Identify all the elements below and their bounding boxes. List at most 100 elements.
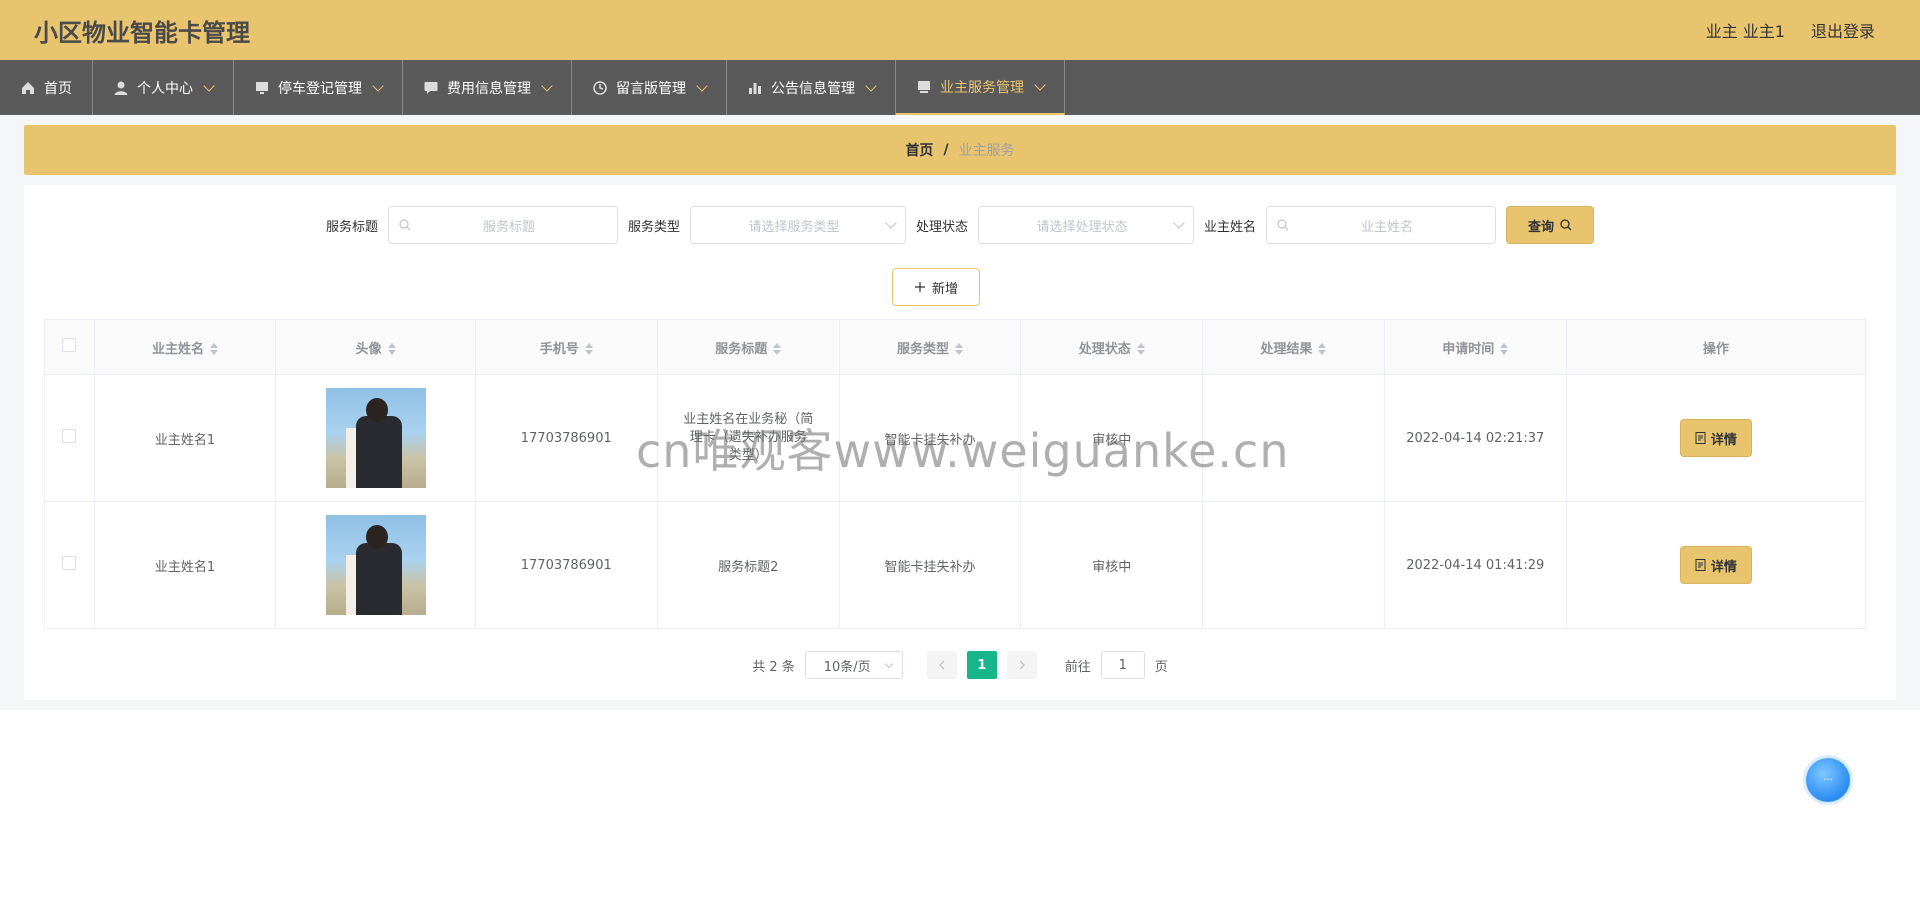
col-actions: 操作: [1565, 319, 1867, 375]
detail-button-label: 详情: [1710, 432, 1737, 448]
row-checkbox[interactable]: [62, 429, 77, 443]
search-icon: [1277, 219, 1289, 231]
query-button-label: 查询: [1528, 219, 1555, 235]
sort-icon[interactable]: [387, 343, 396, 355]
main-nav: 首页 个人中心 停车登记管理 费用信息管理 留言版管理 公告信息管理 业主服务管…: [0, 60, 1920, 115]
select-all-checkbox[interactable]: [62, 338, 77, 352]
floating-assistant-button[interactable]: ···: [1806, 758, 1850, 802]
sort-icon[interactable]: [1500, 343, 1509, 355]
header-actions: 业主 业主1 退出登录: [1706, 18, 1875, 42]
breadcrumb: 首页 / 业主服务: [24, 125, 1896, 175]
type-label: 服务类型: [627, 219, 680, 235]
chevron-down-icon: [1173, 217, 1185, 229]
breadcrumb-home[interactable]: 首页: [905, 140, 933, 160]
goto-suffix: 页: [1154, 659, 1168, 675]
row-checkbox[interactable]: [62, 556, 77, 570]
add-button[interactable]: 新增: [892, 268, 980, 306]
prev-page-button[interactable]: [926, 651, 957, 679]
chevron-down-icon: [884, 659, 893, 668]
row-select-cell: [44, 374, 95, 502]
col-avatar[interactable]: 头像: [275, 319, 476, 375]
sort-icon[interactable]: [1318, 343, 1327, 355]
table-row: 业主姓名1 17703786901 服务标题2 智能卡挂失补办 审核中 2022…: [44, 501, 1867, 629]
next-page-button[interactable]: [1006, 651, 1037, 679]
chevron-right-icon: [1019, 660, 1025, 670]
col-result[interactable]: 处理结果: [1202, 319, 1385, 375]
nav-label: 停车登记管理: [278, 80, 362, 97]
sort-icon[interactable]: [773, 343, 782, 355]
col-apply-time[interactable]: 申请时间: [1383, 319, 1567, 375]
col-service-title[interactable]: 服务标题: [656, 319, 840, 375]
app-title: 小区物业智能卡管理: [34, 18, 250, 47]
chevron-down-icon: [865, 79, 877, 92]
goto-page-input[interactable]: 1: [1100, 651, 1145, 679]
nav-label: 个人中心: [137, 80, 193, 97]
nav-item-announcements[interactable]: 公告信息管理: [727, 60, 896, 115]
cell-actions: 详情: [1565, 501, 1867, 629]
query-button[interactable]: 查询: [1506, 206, 1595, 244]
logout-link[interactable]: 退出登录: [1811, 18, 1875, 42]
search-icon: [399, 219, 411, 231]
col-status[interactable]: 处理状态: [1020, 319, 1204, 375]
cell-service-title: 服务标题2: [656, 501, 840, 629]
nav-item-parking[interactable]: 停车登记管理: [234, 60, 403, 115]
name-label: 业主姓名: [1204, 219, 1257, 235]
nav-label: 费用信息管理: [447, 80, 531, 97]
cell-service-title: 业主姓名在业务秘（简 理卡（遗失补办服务 类型）: [656, 374, 840, 502]
nav-item-home[interactable]: 首页: [0, 60, 93, 115]
select-all-cell: [44, 319, 95, 375]
cell-result: [1202, 501, 1385, 629]
sort-icon[interactable]: [210, 343, 219, 355]
pagination-total: 共 2 条: [752, 659, 795, 675]
breadcrumb-current: 业主服务: [958, 143, 1015, 159]
current-user: 业主 业主1: [1705, 22, 1785, 41]
bar-chart-icon: [749, 82, 761, 94]
title-placeholder: 服务标题: [482, 219, 535, 235]
cell-avatar: [275, 374, 476, 502]
col-phone[interactable]: 手机号: [474, 319, 658, 375]
plus-icon: [914, 282, 925, 292]
avatar: [325, 515, 426, 615]
breadcrumb-separator: /: [943, 142, 949, 158]
page-size-select[interactable]: 10条/页: [804, 651, 903, 679]
service-table: 业主姓名 头像 手机号 服务标题 服务类型 处理状态 处理结果 申请时间 操作 …: [44, 319, 1867, 629]
user-icon: [114, 81, 128, 95]
cell-status: 审核中: [1020, 501, 1204, 629]
nav-item-fees[interactable]: 费用信息管理: [403, 60, 572, 115]
add-button-label: 新增: [931, 281, 958, 297]
chevron-left-icon: [938, 660, 945, 670]
type-select[interactable]: 请选择服务类型: [690, 206, 906, 244]
goto-prefix: 前往: [1064, 659, 1091, 675]
page-number[interactable]: 1: [966, 651, 997, 679]
document-icon: [1695, 432, 1706, 444]
content-area: 首页 / 业主服务 服务标题 服务标题 服务类型 请选择服务类型 处理状态 请选…: [0, 115, 1920, 710]
nav-item-personal[interactable]: 个人中心: [93, 60, 234, 115]
col-owner-name[interactable]: 业主姓名: [93, 319, 277, 375]
status-select[interactable]: 请选择处理状态: [978, 206, 1195, 244]
title-input[interactable]: 服务标题: [387, 206, 618, 244]
sort-icon[interactable]: [584, 343, 593, 355]
chevron-down-icon: [696, 79, 708, 92]
chevron-down-icon: [885, 217, 897, 229]
col-service-type[interactable]: 服务类型: [838, 319, 1022, 375]
nav-label: 首页: [44, 80, 72, 97]
nav-item-message-board[interactable]: 留言版管理: [572, 60, 727, 115]
home-icon: [22, 81, 34, 94]
chevron-down-icon: [372, 79, 384, 92]
nav-item-owner-services[interactable]: 业主服务管理: [896, 60, 1065, 115]
chevron-down-icon: [1034, 78, 1046, 91]
desktop-icon: [918, 80, 930, 93]
service-panel: 服务标题 服务标题 服务类型 请选择服务类型 处理状态 请选择处理状态 业主姓名…: [24, 185, 1896, 700]
cell-avatar: [275, 501, 476, 629]
name-placeholder: 业主姓名: [1361, 219, 1414, 235]
detail-button[interactable]: 详情: [1679, 546, 1752, 584]
detail-button[interactable]: 详情: [1679, 419, 1752, 457]
sort-icon[interactable]: [955, 343, 964, 355]
search-icon: [1560, 219, 1572, 231]
float-button-label: ···: [1823, 774, 1833, 786]
name-input[interactable]: 业主姓名: [1266, 206, 1497, 244]
sort-icon[interactable]: [1136, 343, 1145, 355]
cell-phone: 17703786901: [474, 501, 658, 629]
pagination: 共 2 条 10条/页 1 前往 1 页: [24, 651, 1896, 679]
chat-icon: [424, 81, 438, 94]
